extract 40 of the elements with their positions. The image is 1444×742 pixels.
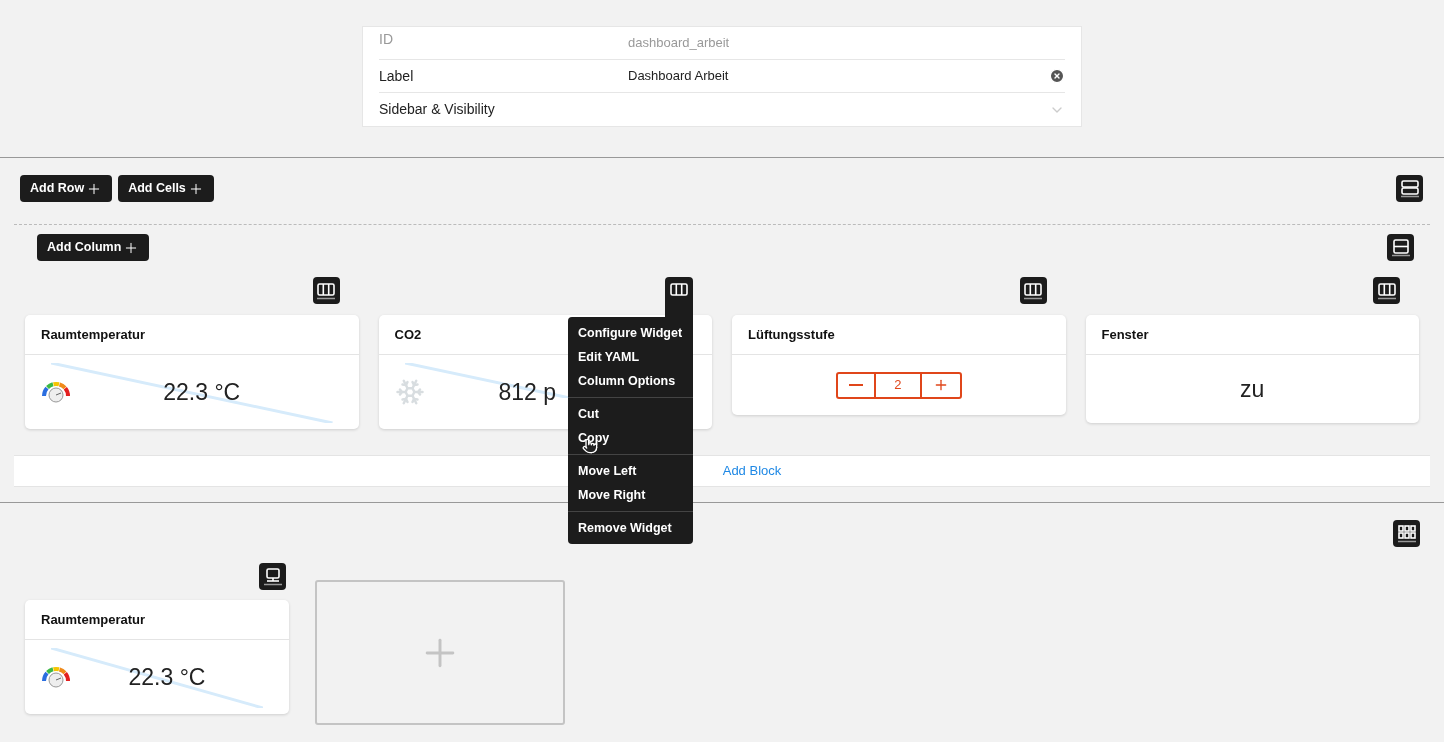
gauge-icon (41, 381, 71, 403)
widget-title: Raumtemperatur (41, 610, 146, 629)
grid-icon[interactable] (1393, 520, 1420, 547)
add-button[interactable]: Add Cells (118, 175, 214, 202)
add-button[interactable]: Add Row (20, 175, 113, 202)
widget-value: 812 p (498, 377, 557, 407)
menu-item[interactable]: Cut (568, 402, 693, 426)
monitor-icon[interactable] (259, 563, 286, 590)
menu-item[interactable]: Copy (568, 426, 693, 450)
menu-item[interactable]: Edit YAML (568, 345, 693, 369)
columns-icon[interactable] (1019, 277, 1047, 304)
add-column-button[interactable]: Add Column (37, 234, 150, 261)
widget-title: CO2 (394, 325, 422, 344)
widget-value: zu (1240, 374, 1265, 404)
snowflake-icon (394, 377, 425, 407)
field-label: Label (379, 66, 415, 86)
column-menu-tab[interactable] (665, 277, 693, 317)
field-label: ID (379, 29, 394, 49)
columns-icon (669, 283, 689, 297)
widget-value: 22.3 °C (163, 377, 241, 407)
menu-item[interactable]: Configure Widget (568, 321, 693, 345)
widget-value: 22.3 °C (128, 662, 206, 692)
menu-item[interactable]: Column Options (568, 369, 693, 393)
widget-title: Raumtemperatur (41, 325, 146, 344)
rows-icon[interactable] (1396, 175, 1423, 202)
add-cell-placeholder[interactable] (315, 580, 565, 725)
field-label: Sidebar & Visibility (379, 100, 496, 119)
menu-item[interactable]: Move Left (568, 459, 693, 483)
columns-icon[interactable] (1373, 277, 1400, 304)
gauge-icon (41, 666, 71, 688)
minus-icon (848, 384, 863, 386)
clear-icon[interactable] (1049, 68, 1065, 84)
menu-item[interactable]: Remove Widget (568, 516, 693, 540)
widget-title: Lüftungsstufe (748, 325, 835, 344)
stepper-value: 2 (875, 373, 922, 397)
label-field[interactable]: Dashboard Arbeit (628, 66, 1049, 86)
id-value: dashboard_arbeit (628, 34, 731, 53)
row-layout-icon[interactable] (1387, 234, 1414, 261)
widget-title: Fenster (1101, 325, 1149, 344)
columns-icon[interactable] (312, 277, 340, 304)
